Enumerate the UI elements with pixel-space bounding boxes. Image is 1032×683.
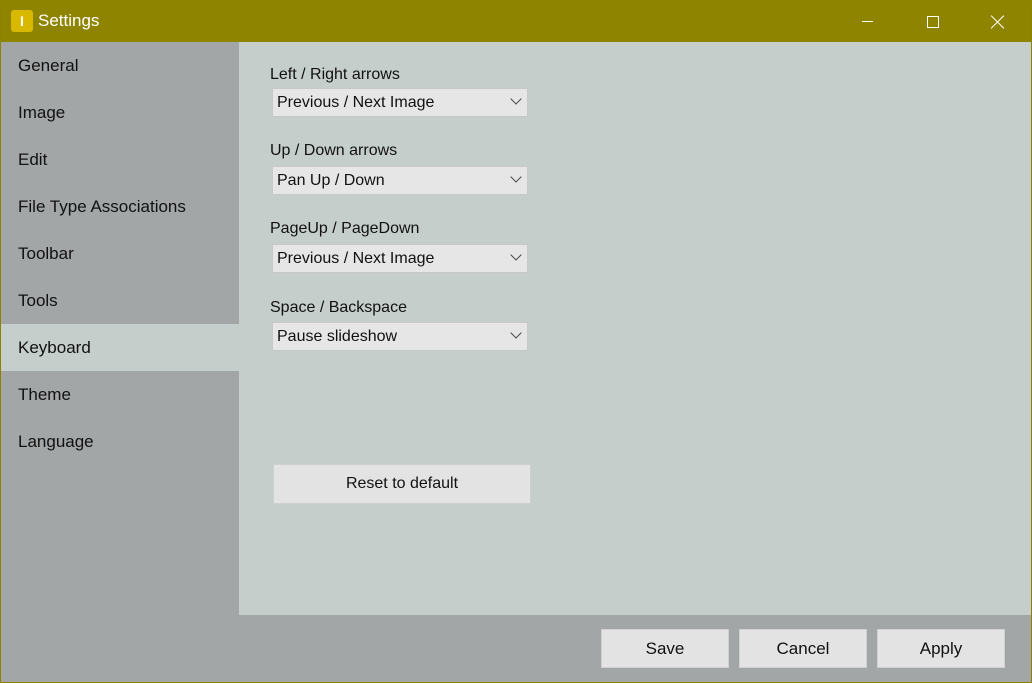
window-title: Settings	[38, 11, 100, 30]
settings-window: I Settings General Image Edit File Type …	[0, 0, 1032, 683]
save-button[interactable]: Save	[601, 629, 729, 668]
up-down-arrows-label: Up / Down arrows	[270, 142, 398, 159]
up-down-arrows-value: Pan Up / Down	[277, 172, 385, 189]
space-backspace-value: Pause slideshow	[277, 328, 398, 345]
app-logo-icon: I	[11, 10, 33, 32]
minimize-button[interactable]	[834, 1, 900, 42]
sidebar-item-keyboard[interactable]: Keyboard	[1, 324, 239, 371]
pageup-pagedown-select[interactable]: Previous / Next Image	[272, 244, 528, 273]
space-backspace-label: Space / Backspace	[270, 299, 407, 316]
chevron-down-icon	[510, 327, 522, 339]
chevron-down-icon	[510, 171, 522, 183]
sidebar-item-tools[interactable]: Tools	[1, 277, 239, 324]
close-button[interactable]	[965, 1, 1031, 42]
chevron-down-icon	[510, 93, 522, 105]
sidebar-item-general[interactable]: General	[1, 42, 239, 89]
left-right-arrows-label: Left / Right arrows	[270, 66, 400, 83]
chevron-down-icon	[510, 249, 522, 261]
pageup-pagedown-label: PageUp / PageDown	[270, 220, 420, 237]
up-down-arrows-select[interactable]: Pan Up / Down	[272, 166, 528, 195]
pageup-pagedown-value: Previous / Next Image	[277, 250, 435, 267]
left-right-arrows-select[interactable]: Previous / Next Image	[272, 88, 528, 117]
sidebar-item-theme[interactable]: Theme	[1, 371, 239, 418]
minimize-icon	[861, 21, 873, 22]
sidebar-item-image[interactable]: Image	[1, 89, 239, 136]
close-icon	[991, 15, 1005, 29]
apply-button[interactable]: Apply	[877, 629, 1005, 668]
maximize-icon	[927, 15, 939, 28]
sidebar-item-toolbar[interactable]: Toolbar	[1, 230, 239, 277]
keyboard-settings-panel: Left / Right arrows Previous / Next Imag…	[239, 42, 1031, 615]
reset-to-default-button[interactable]: Reset to default	[273, 464, 531, 504]
space-backspace-select[interactable]: Pause slideshow	[272, 322, 528, 351]
left-right-arrows-value: Previous / Next Image	[277, 94, 435, 111]
sidebar-item-edit[interactable]: Edit	[1, 136, 239, 183]
title-bar[interactable]: I Settings	[1, 1, 1031, 42]
cancel-button[interactable]: Cancel	[739, 629, 867, 668]
maximize-button[interactable]	[900, 1, 966, 42]
sidebar-item-language[interactable]: Language	[1, 418, 239, 465]
sidebar-item-file-type-associations[interactable]: File Type Associations	[1, 183, 239, 230]
settings-sidebar: General Image Edit File Type Association…	[1, 42, 239, 615]
